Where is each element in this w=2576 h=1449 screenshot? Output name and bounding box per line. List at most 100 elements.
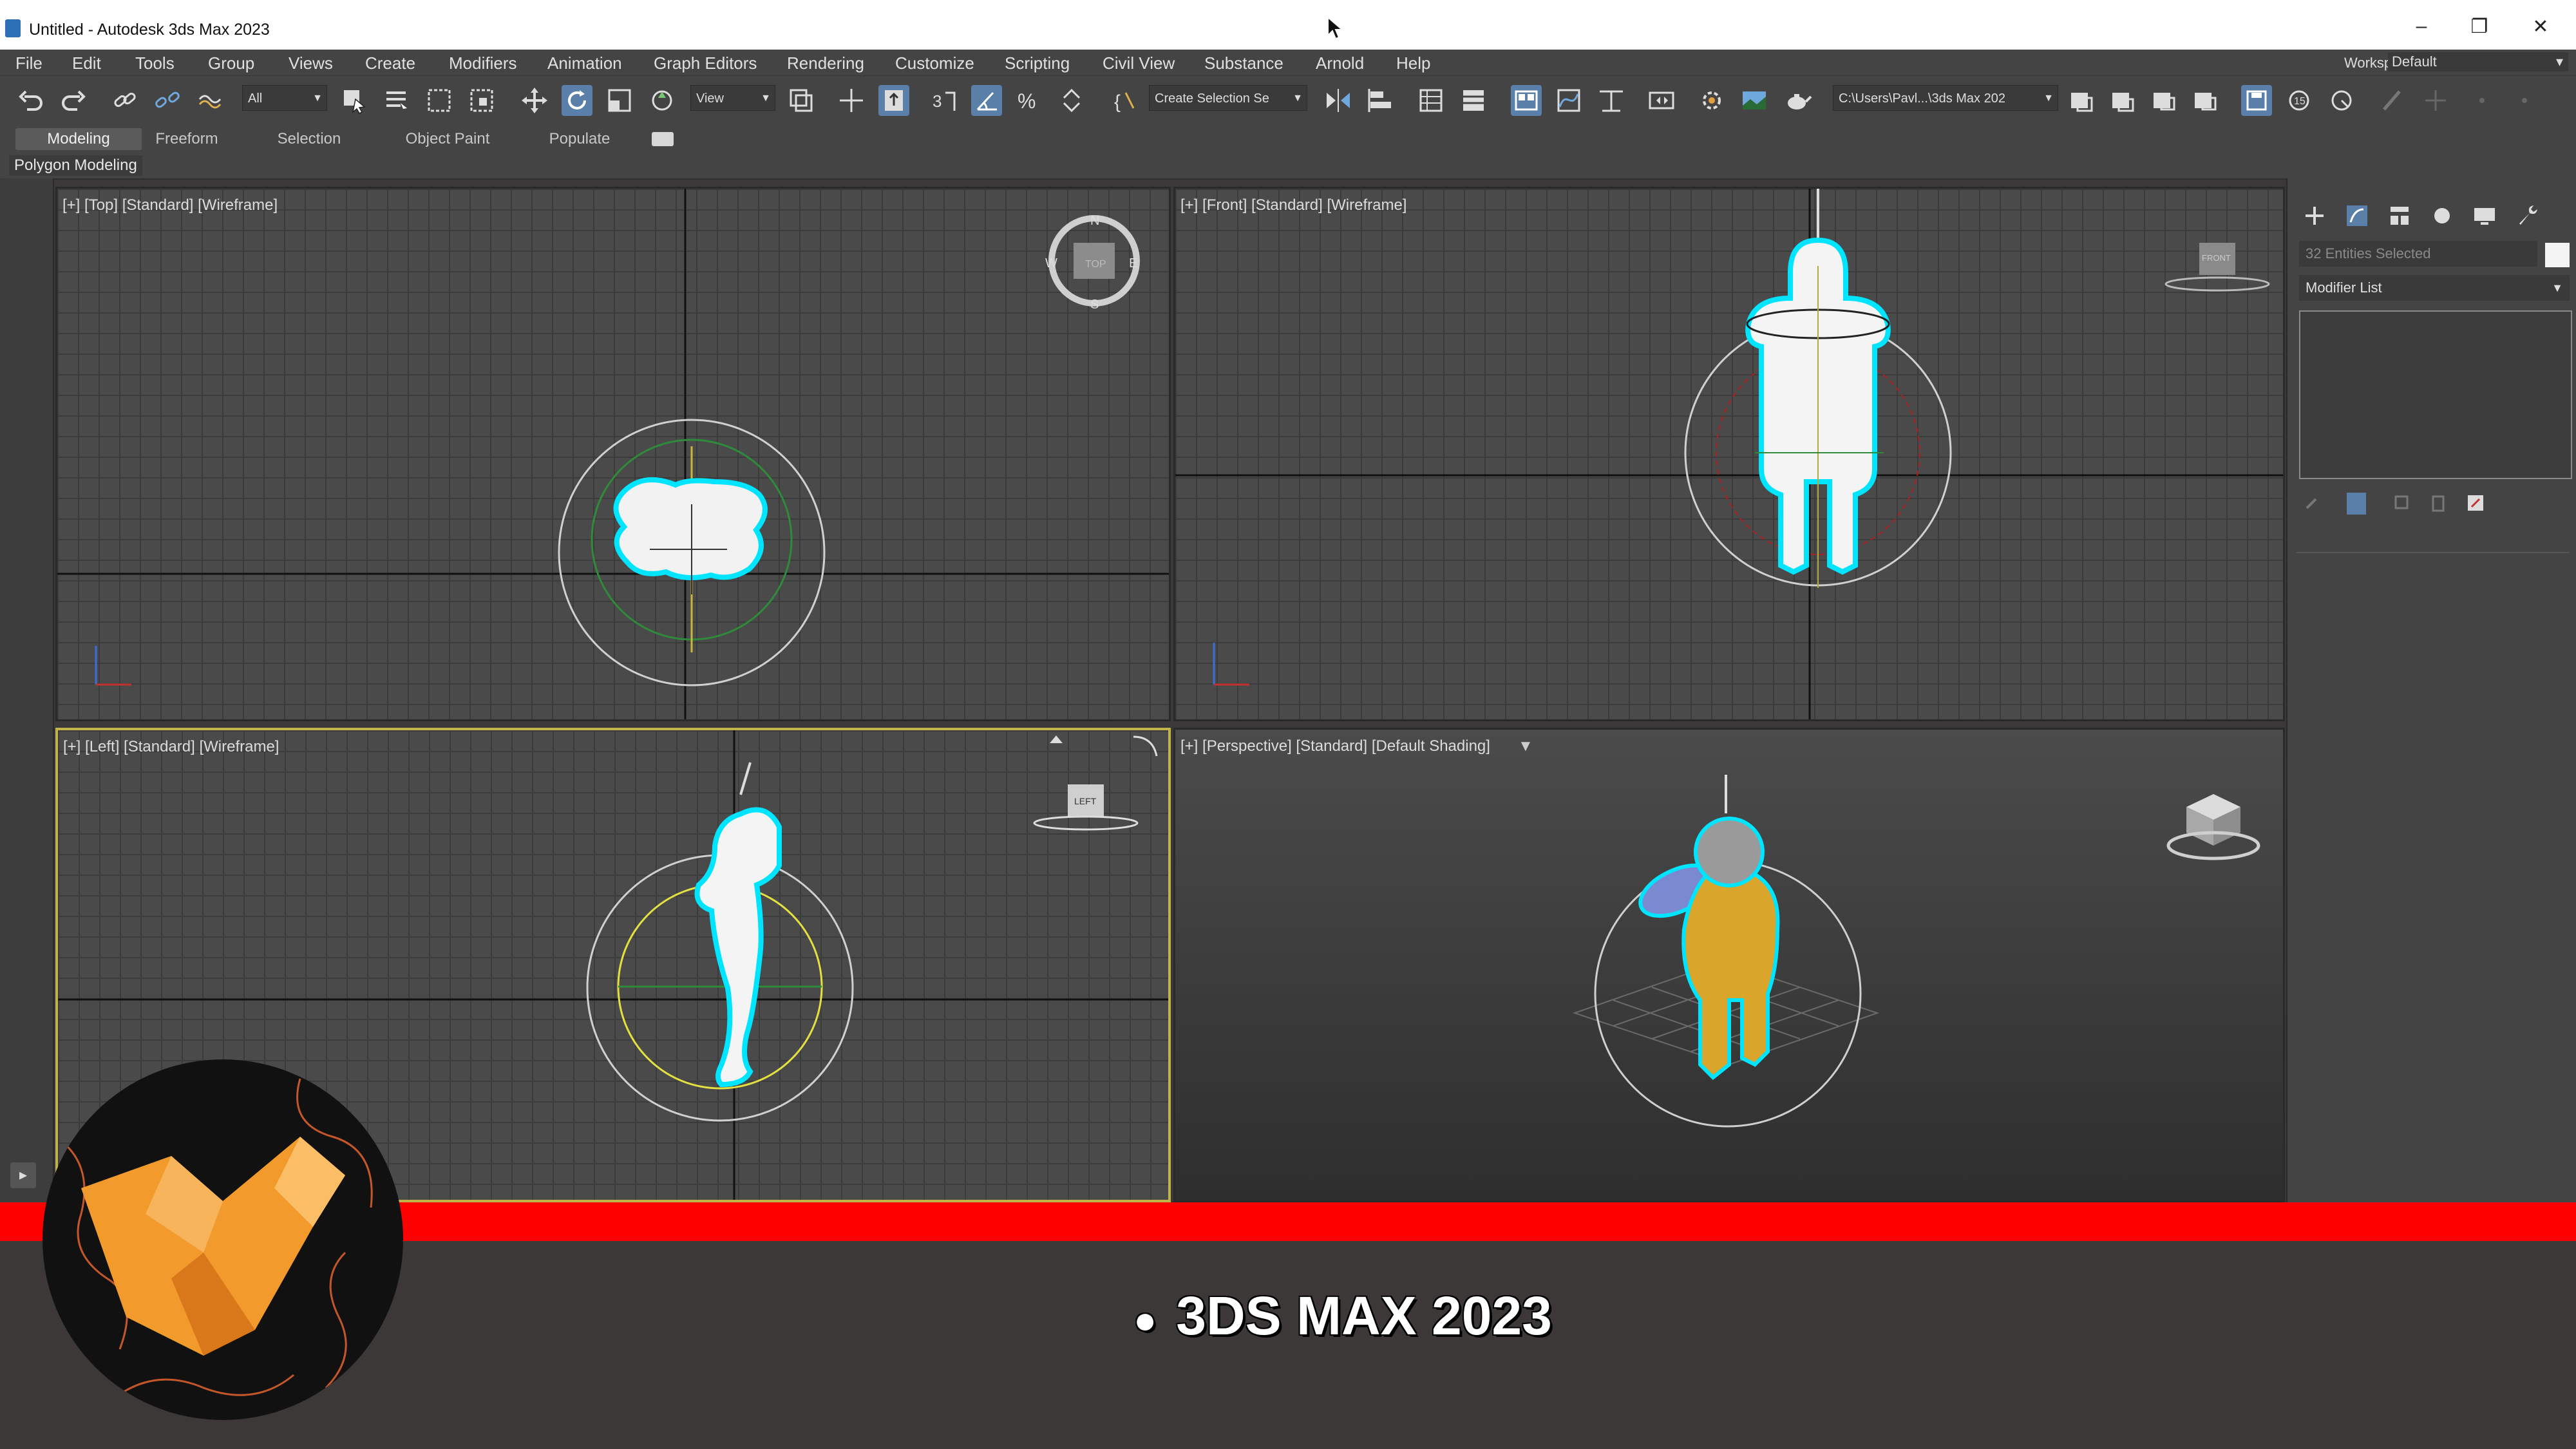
rectangular-selection-button[interactable]: [424, 85, 455, 116]
tab-object-paint[interactable]: Object Paint: [386, 128, 509, 150]
minimize-button[interactable]: –: [2402, 15, 2441, 37]
material-editor-button[interactable]: [1646, 85, 1677, 116]
menu-rendering[interactable]: Rendering: [787, 53, 864, 73]
ribbon-options-icon[interactable]: [652, 132, 674, 146]
create-panel-icon[interactable]: [2299, 200, 2330, 231]
mirror-button[interactable]: [1323, 85, 1354, 116]
named-selection-dropdown[interactable]: Create Selection Se ▼: [1149, 85, 1307, 111]
viewport-perspective[interactable]: [+] [Perspective] [Standard] [Default Sh…: [1173, 728, 2285, 1202]
show-end-result-icon[interactable]: [2347, 493, 2366, 515]
selection-name-field[interactable]: 32 Entities Selected: [2299, 241, 2537, 267]
move-button[interactable]: [519, 85, 550, 116]
viewport-front[interactable]: [+] [Front] [Standard] [Wireframe] FRONT: [1173, 187, 2285, 721]
tab-modeling[interactable]: Modeling: [15, 128, 142, 150]
modifier-stack[interactable]: [2299, 310, 2572, 479]
polygon-modeling-panel[interactable]: Polygon Modeling: [9, 155, 142, 176]
scale-button[interactable]: [604, 85, 635, 116]
tab-selection[interactable]: Selection: [258, 128, 361, 150]
dot-button[interactable]: [2467, 85, 2497, 116]
display-panel-icon[interactable]: [2469, 200, 2500, 231]
viewport-top[interactable]: [+] [Top] [Standard] [Wireframe] N S E W…: [55, 187, 1171, 721]
pin-button[interactable]: [2420, 85, 2451, 116]
viewcube-left-icon: [1033, 784, 1139, 831]
menu-scripting[interactable]: Scripting: [1005, 53, 1070, 73]
tab-freeform[interactable]: Freeform: [135, 128, 238, 150]
paint-select-button[interactable]: [2378, 85, 2409, 116]
remove-modifier-icon[interactable]: [2425, 490, 2451, 516]
select-object-button[interactable]: [339, 85, 370, 116]
snaps-toggle-button[interactable]: 3: [929, 85, 960, 116]
menu-group[interactable]: Group: [208, 53, 254, 73]
motion-panel-icon[interactable]: [2427, 200, 2458, 231]
schematic-view-button[interactable]: [1596, 85, 1627, 116]
align-button[interactable]: [1365, 85, 1396, 116]
redo-button[interactable]: [58, 85, 89, 116]
menu-graph-editors[interactable]: Graph Editors: [654, 53, 757, 73]
window-crossing-button[interactable]: [466, 85, 497, 116]
utilities-panel-icon[interactable]: [2512, 200, 2543, 231]
modify-panel-icon[interactable]: [2342, 200, 2372, 231]
menu-customize[interactable]: Customize: [895, 53, 974, 73]
unlink-button[interactable]: [152, 85, 183, 116]
menu-tools[interactable]: Tools: [135, 53, 175, 73]
project-folder-dropdown[interactable]: C:\Users\Pavl...\3ds Max 202 ▼: [1833, 85, 2058, 111]
menu-civil-view[interactable]: Civil View: [1103, 53, 1175, 73]
render-setup-button[interactable]: [1696, 85, 1727, 116]
viewcube-left-face: LEFT: [1074, 796, 1097, 806]
layer-explorer-button[interactable]: [1458, 85, 1489, 116]
object-color-swatch[interactable]: [2545, 243, 2570, 267]
modifier-list-dropdown[interactable]: Modifier List ▼: [2299, 275, 2570, 301]
menu-views[interactable]: Views: [289, 53, 333, 73]
project-button[interactable]: [2190, 85, 2221, 116]
bind-space-warp-button[interactable]: [194, 85, 225, 116]
scene-explorer-button[interactable]: [1416, 85, 1446, 116]
tab-populate[interactable]: Populate: [535, 128, 625, 150]
timer-button[interactable]: 15: [2284, 85, 2315, 116]
save-file-button[interactable]: [2148, 85, 2179, 116]
dot-button-2[interactable]: [2509, 85, 2540, 116]
curve-editor-button[interactable]: [1553, 85, 1584, 116]
close-button[interactable]: ✕: [2521, 15, 2560, 38]
menu-substance[interactable]: Substance: [1204, 53, 1283, 73]
folder-button[interactable]: [2107, 85, 2138, 116]
menu-create[interactable]: Create: [365, 53, 415, 73]
restore-button[interactable]: ❐: [2460, 15, 2499, 38]
menu-file[interactable]: File: [15, 53, 43, 73]
render-production-button[interactable]: [1781, 85, 1812, 116]
rotate-button[interactable]: [562, 85, 592, 116]
percent-snap-button[interactable]: %: [1014, 85, 1045, 116]
ribbon-panel: Polygon Modeling: [0, 153, 2576, 180]
keyboard-shortcut-override-button[interactable]: [878, 85, 909, 116]
hierarchy-panel-icon[interactable]: [2384, 200, 2415, 231]
configure-modifier-sets-icon[interactable]: [2463, 490, 2488, 516]
angle-snap-button[interactable]: [971, 85, 1002, 116]
placement-button[interactable]: [647, 85, 677, 116]
make-unique-icon[interactable]: [2389, 490, 2415, 516]
autosave-button[interactable]: [2241, 85, 2272, 116]
edit-named-selection-button[interactable]: {: [1110, 85, 1141, 116]
viewport-layout-strip: ▸: [0, 178, 54, 1202]
brush-icon: [2383, 90, 2401, 111]
reference-coordinate-dropdown[interactable]: View ▼: [690, 85, 775, 111]
open-file-button[interactable]: [2066, 85, 2097, 116]
pivot-center-button[interactable]: [786, 85, 817, 116]
menu-help[interactable]: Help: [1396, 53, 1430, 73]
play-icon[interactable]: ▸: [10, 1162, 36, 1188]
svg-text:15: 15: [2294, 96, 2306, 107]
toggle-ribbon-button[interactable]: [1511, 85, 1542, 116]
undo-button[interactable]: [15, 85, 46, 116]
scene-explorer-icon: [1419, 89, 1443, 112]
menu-edit[interactable]: Edit: [72, 53, 101, 73]
link-button[interactable]: [109, 85, 140, 116]
pin-stack-icon[interactable]: [2299, 490, 2325, 516]
workspaces-dropdown[interactable]: Default ▾: [2388, 52, 2568, 71]
spinner-snap-button[interactable]: [1056, 85, 1087, 116]
select-by-name-button[interactable]: [381, 85, 412, 116]
menu-animation[interactable]: Animation: [547, 53, 622, 73]
rendered-frame-window-button[interactable]: [1739, 85, 1770, 116]
select-manipulate-button[interactable]: [836, 85, 867, 116]
menu-modifiers[interactable]: Modifiers: [449, 53, 516, 73]
menu-arnold[interactable]: Arnold: [1316, 53, 1364, 73]
sync-button[interactable]: [2326, 85, 2357, 116]
selection-filter-dropdown[interactable]: All ▼: [242, 85, 327, 111]
